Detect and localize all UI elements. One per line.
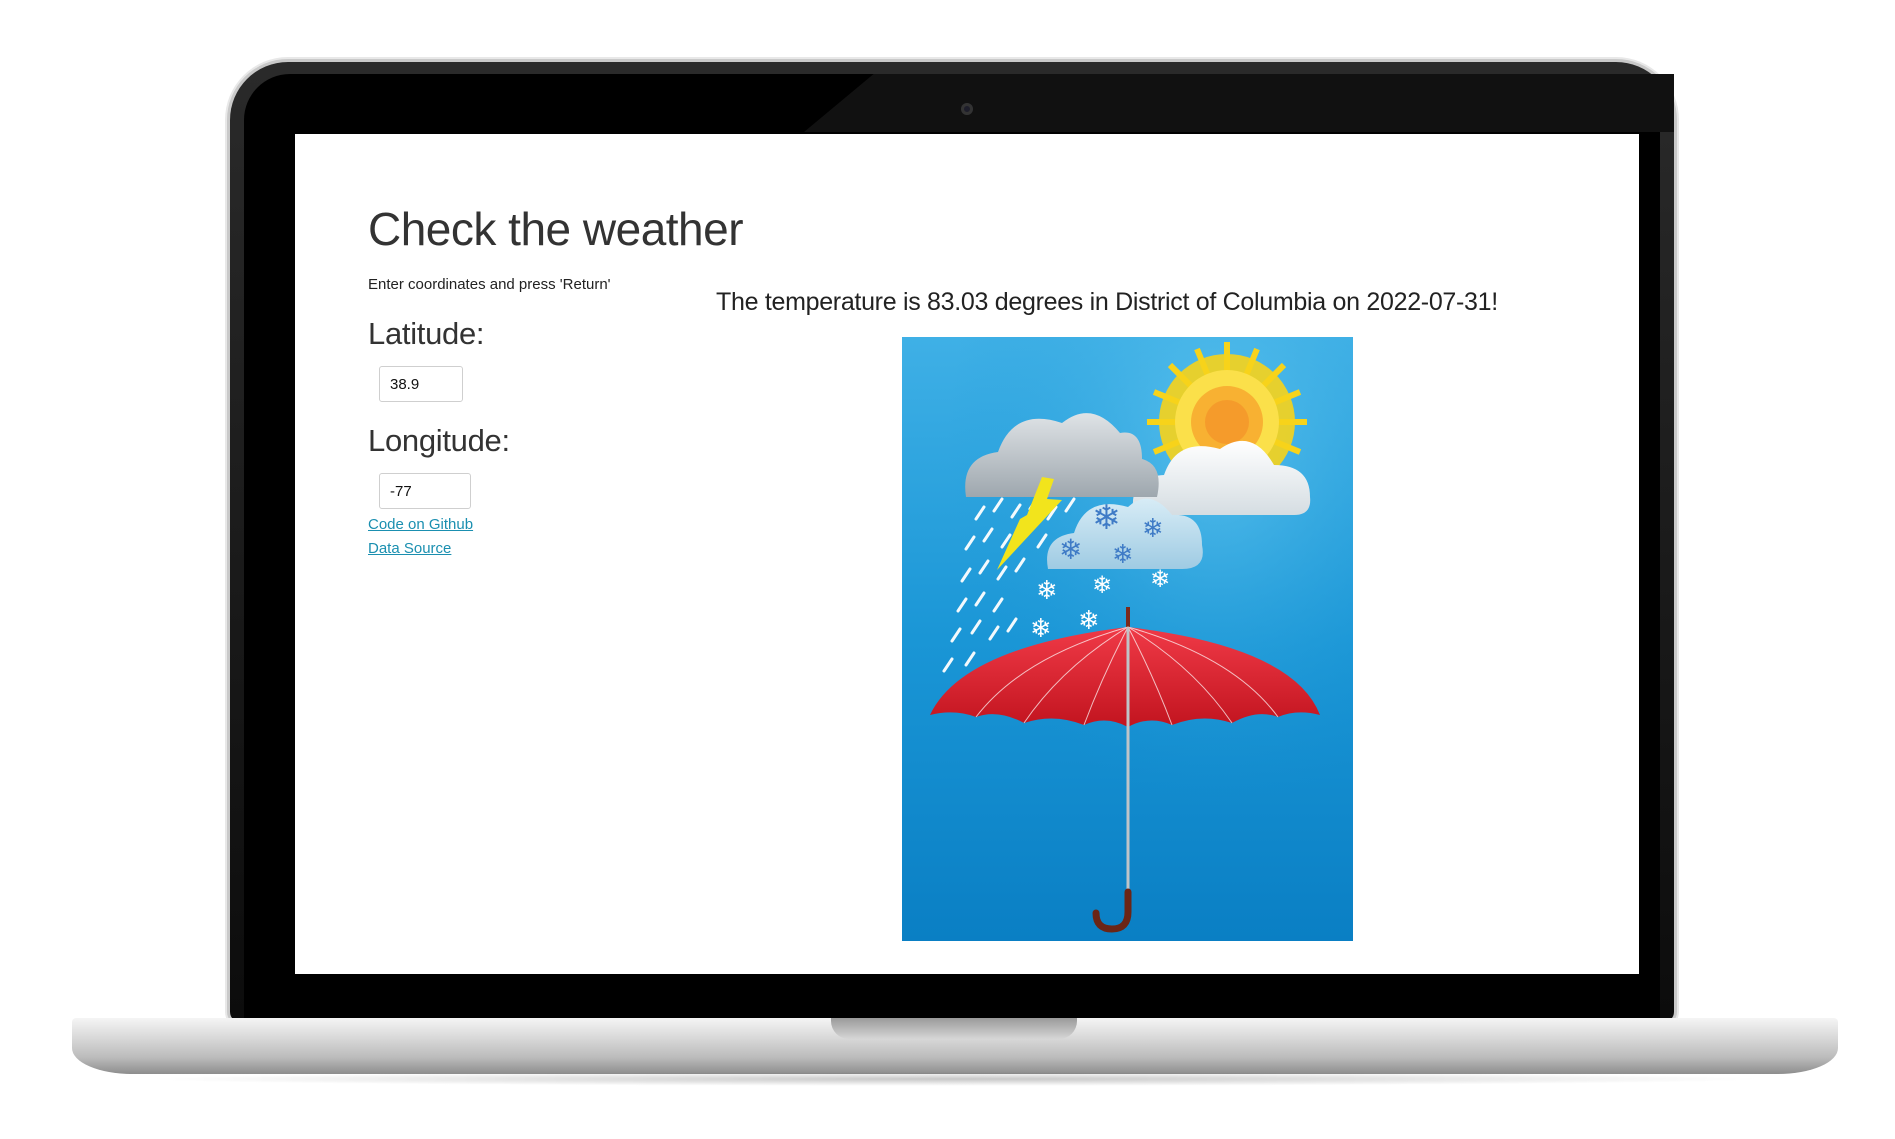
data-source-link[interactable]: Data Source — [368, 540, 451, 557]
latitude-input[interactable] — [379, 366, 463, 402]
svg-text:❄: ❄ — [1036, 576, 1058, 606]
screen-bezel: Check the weather Enter coordinates and … — [244, 74, 1674, 1022]
svg-text:❄: ❄ — [1092, 498, 1121, 538]
trackpad-notch — [831, 1018, 1077, 1039]
temperature-result: The temperature is 83.03 degrees in Dist… — [716, 288, 1498, 316]
svg-text:❄: ❄ — [1150, 565, 1170, 593]
browser-viewport: Check the weather Enter coordinates and … — [295, 134, 1639, 974]
svg-text:❄: ❄ — [1112, 540, 1134, 570]
instructions-text: Enter coordinates and press 'Return' — [368, 276, 611, 293]
longitude-input[interactable] — [379, 473, 471, 509]
weather-illustration: ❄ ❄ ❄ ❄ ❄ ❄ ❄ ❄ ❄ ❄ ❄ — [902, 337, 1353, 941]
laptop-base — [72, 1018, 1838, 1074]
camera-icon — [961, 103, 973, 115]
longitude-label: Longitude: — [368, 423, 510, 458]
laptop-lid: Check the weather Enter coordinates and … — [230, 62, 1674, 1022]
svg-text:❄: ❄ — [1142, 514, 1164, 544]
page-title: Check the weather — [368, 203, 744, 255]
latitude-label: Latitude: — [368, 316, 485, 351]
svg-text:❄: ❄ — [1092, 571, 1112, 599]
github-link[interactable]: Code on Github — [368, 516, 473, 533]
svg-text:❄: ❄ — [1030, 614, 1052, 644]
laptop-shadow — [140, 1072, 1770, 1086]
bezel-glare — [804, 74, 1674, 132]
svg-text:❄: ❄ — [1059, 533, 1082, 566]
